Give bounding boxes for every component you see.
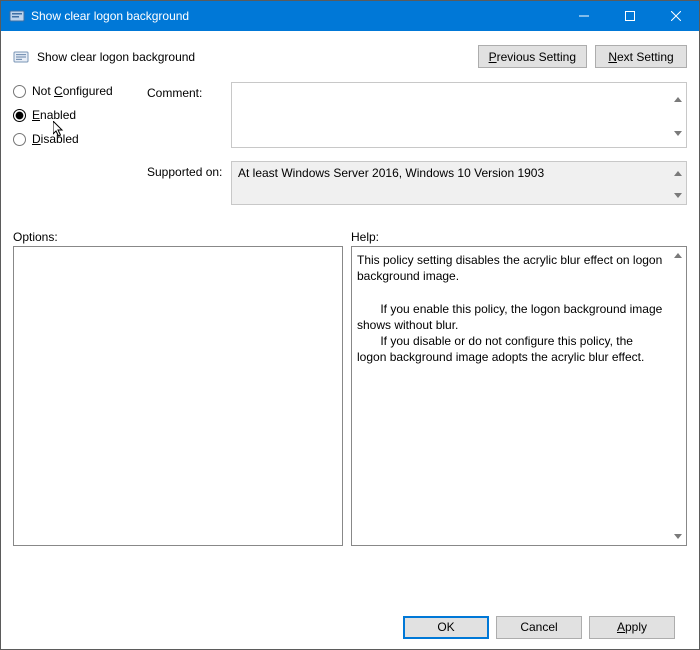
supported-spin-up[interactable]	[670, 162, 686, 185]
policy-editor-window: Show clear logon background Show clear l…	[0, 0, 700, 650]
supported-spin-down[interactable]	[670, 185, 686, 208]
radio-enabled-label: Enabled	[32, 108, 76, 122]
policy-title: Show clear logon background	[37, 50, 195, 64]
state-radio-group: Not Configured Enabled Disabled	[13, 82, 143, 146]
supported-field-wrap	[231, 161, 687, 208]
section-labels: Options: Help:	[13, 230, 687, 244]
close-button[interactable]	[653, 1, 699, 31]
options-label: Options:	[13, 230, 351, 244]
panels-row: This policy setting disables the acrylic…	[13, 246, 687, 605]
comment-spin	[670, 83, 686, 150]
comment-spin-up[interactable]	[670, 83, 686, 117]
radio-not-configured-label: Not Configured	[32, 84, 113, 98]
help-scroll-down[interactable]	[669, 528, 686, 545]
comment-field-wrap	[231, 82, 687, 151]
comment-textarea[interactable]	[231, 82, 687, 148]
help-label: Help:	[351, 230, 379, 244]
help-panel: This policy setting disables the acrylic…	[351, 246, 687, 546]
app-icon	[9, 8, 25, 24]
help-scroll-track[interactable]	[669, 264, 686, 528]
comment-label: Comment:	[147, 82, 227, 100]
policy-icon	[13, 49, 29, 65]
ok-button[interactable]: OK	[403, 616, 489, 639]
radio-enabled-input[interactable]	[13, 109, 26, 122]
content-area: Show clear logon background Previous Set…	[1, 31, 699, 649]
cancel-button[interactable]: Cancel	[496, 616, 582, 639]
radio-not-configured-input[interactable]	[13, 85, 26, 98]
radio-not-configured[interactable]: Not Configured	[13, 84, 143, 98]
radio-enabled[interactable]: Enabled	[13, 108, 143, 122]
supported-textarea	[231, 161, 687, 205]
minimize-button[interactable]	[561, 1, 607, 31]
radio-disabled-input[interactable]	[13, 133, 26, 146]
window-title: Show clear logon background	[31, 9, 561, 23]
titlebar: Show clear logon background	[1, 1, 699, 31]
help-scroll	[669, 247, 686, 545]
supported-spin	[670, 162, 686, 207]
help-scroll-up[interactable]	[669, 247, 686, 264]
radio-disabled-label: Disabled	[32, 132, 79, 146]
settings-grid: Not Configured Enabled Disabled Comment:	[13, 82, 687, 208]
options-panel	[13, 246, 343, 546]
radio-disabled[interactable]: Disabled	[13, 132, 143, 146]
comment-spin-down[interactable]	[670, 117, 686, 151]
footer: OK Cancel Apply	[13, 605, 687, 649]
supported-label: Supported on:	[147, 161, 227, 179]
next-setting-button[interactable]: Next Setting	[595, 45, 687, 68]
previous-setting-button[interactable]: Previous Setting	[478, 45, 587, 68]
maximize-button[interactable]	[607, 1, 653, 31]
apply-button[interactable]: Apply	[589, 616, 675, 639]
header-row: Show clear logon background Previous Set…	[13, 41, 687, 76]
help-text: This policy setting disables the acrylic…	[353, 248, 668, 544]
